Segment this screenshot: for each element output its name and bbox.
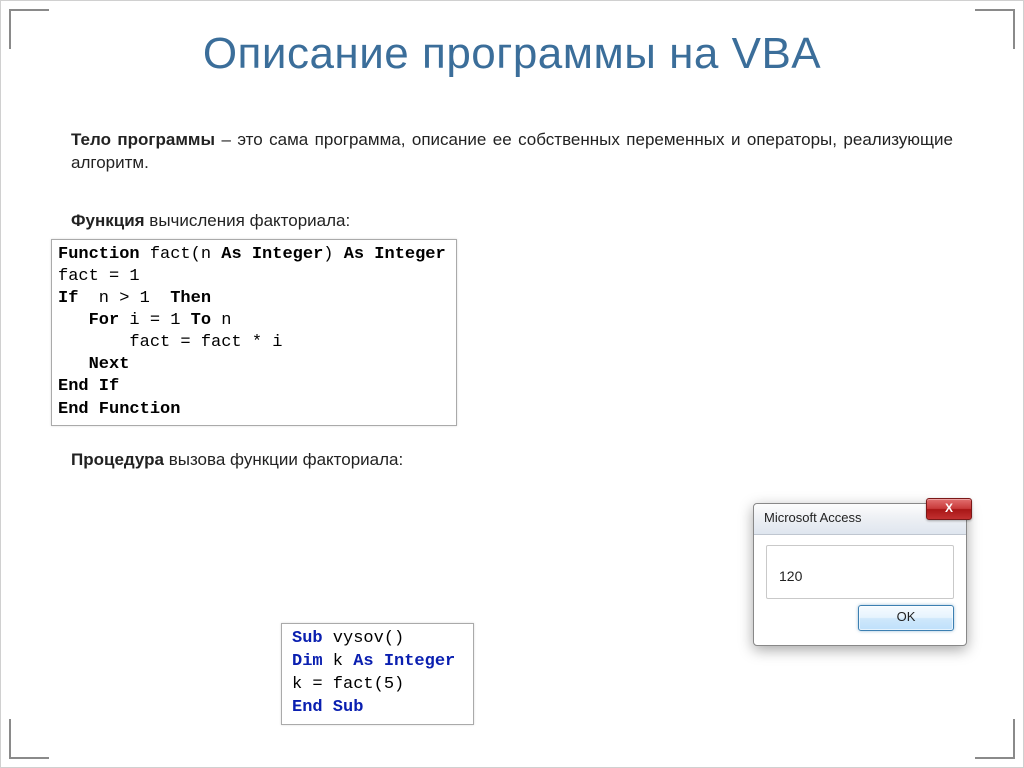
close-button[interactable]: X <box>926 498 972 520</box>
body-paragraph: Тело программы – это сама программа, опи… <box>71 129 953 175</box>
procedure-heading-rest: вызова функции факториала: <box>164 450 403 469</box>
dialog-footer: OK <box>754 605 966 645</box>
body-paragraph-bold: Тело программы <box>71 130 215 149</box>
corner-decoration-bl <box>9 719 49 759</box>
dialog-titlebar: Microsoft Access X <box>754 504 966 535</box>
close-icon: X <box>945 501 953 515</box>
procedure-heading-bold: Процедура <box>71 450 164 469</box>
corner-decoration-tr <box>975 9 1015 49</box>
dialog-body: 120 <box>754 535 966 605</box>
sub-code: Sub vysov() Dim k As Integer k = fact(5)… <box>292 628 455 720</box>
dialog-message: 120 <box>779 568 941 584</box>
dialog-inner: 120 <box>766 545 954 599</box>
slide-title: Описание программы на VBA <box>1 29 1023 79</box>
ok-button[interactable]: OK <box>858 605 954 631</box>
procedure-heading: Процедура вызова функции факториала: <box>71 450 953 470</box>
function-code: Function fact(n As Integer) As Integer f… <box>58 244 446 421</box>
corner-decoration-tl <box>9 9 49 49</box>
dialog-title: Microsoft Access <box>764 510 862 525</box>
function-heading-bold: Функция <box>71 211 145 230</box>
corner-decoration-br <box>975 719 1015 759</box>
function-heading-rest: вычисления факториала: <box>145 211 351 230</box>
function-heading: Функция вычисления факториала: <box>71 211 953 231</box>
sub-code-box: Sub vysov() Dim k As Integer k = fact(5)… <box>281 623 474 725</box>
msgbox-dialog: Microsoft Access X 120 OK <box>753 503 967 646</box>
function-code-box: Function fact(n As Integer) As Integer f… <box>51 239 457 426</box>
